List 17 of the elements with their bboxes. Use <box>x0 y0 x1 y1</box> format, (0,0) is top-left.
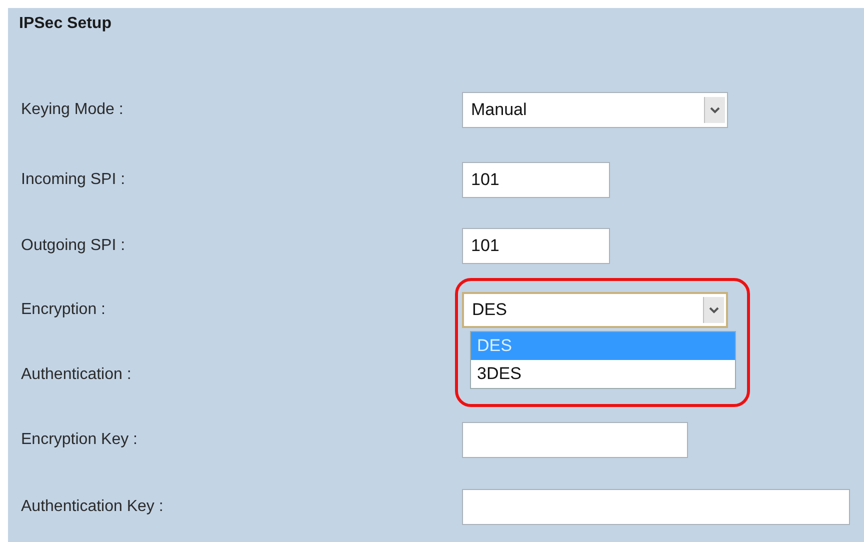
chevron-icon[interactable] <box>703 297 724 323</box>
dropdown-field[interactable]: DES <box>462 292 728 328</box>
field-label: Authentication Key : <box>20 498 164 516</box>
text-field[interactable] <box>462 488 850 524</box>
dropdown-field[interactable]: Manual <box>462 92 728 128</box>
panel-title: IPSec Setup <box>19 14 112 34</box>
field-label: Outgoing SPI : <box>20 236 126 254</box>
chevron-icon[interactable] <box>704 97 725 123</box>
field-label: Authentication : <box>20 366 132 384</box>
text-field[interactable]: 101 <box>462 228 610 264</box>
field-label: Encryption Key : <box>20 430 138 448</box>
field-label: Keying Mode : <box>20 101 124 119</box>
dropdown-option[interactable]: 3DES <box>471 360 735 388</box>
text-field[interactable] <box>462 422 688 458</box>
field-label: Incoming SPI : <box>20 170 126 188</box>
text-field[interactable]: 101 <box>462 162 610 198</box>
field-label: Encryption : <box>20 301 106 319</box>
